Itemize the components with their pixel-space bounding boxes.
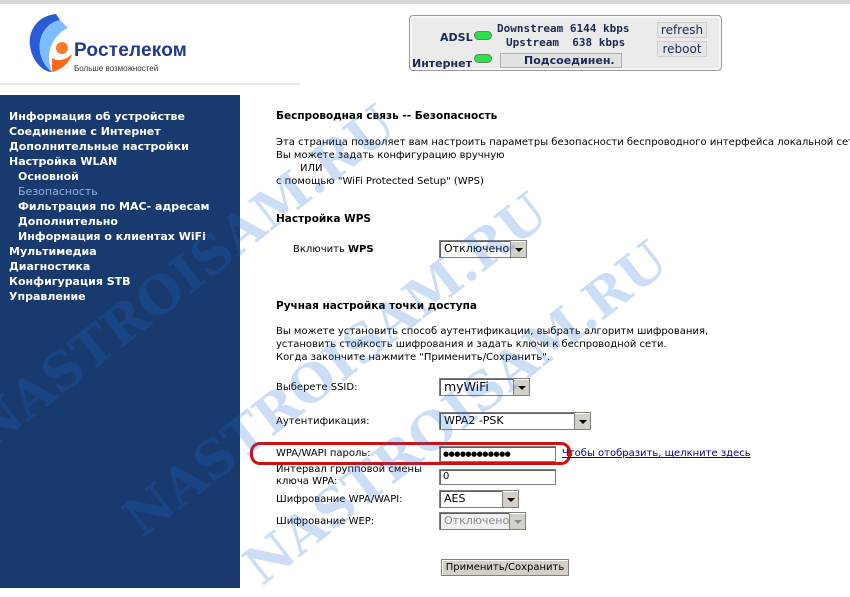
apply-save-button[interactable]: Применить/Сохранить [441,559,569,576]
sidebar-item-basic[interactable]: Основной [18,170,79,183]
page-title: Беспроводная связь -- Безопасность [276,110,498,122]
chevron-down-icon [513,379,529,395]
adsl-status-led-icon [474,31,492,40]
wps-enable-label: Включить WPS [293,244,374,255]
wps-enable-select[interactable]: Отключено [439,240,527,258]
intro-text-line3: с помощью "WiFi Protected Setup" (WPS) [276,176,484,187]
wep-encryption-value: Отключено [444,514,510,527]
intro-text-line2: Вы можете задать конфигурацию вручную [276,150,505,161]
sidebar-item-advanced-settings[interactable]: Дополнительные настройки [9,140,189,153]
show-password-link[interactable]: Чтобы отобразить, щелкните здесь [562,448,751,459]
sidebar-item-stb-config[interactable]: Конфигурация STB [9,275,131,288]
ssid-value: myWiFi [444,379,489,394]
adsl-label: ADSL [440,31,473,44]
intro-text-or: ИЛИ [300,163,323,174]
internet-status-led-icon [474,54,492,63]
sidebar-item-device-info[interactable]: Информация об устройстве [9,110,185,123]
manual-section-title: Ручная настройка точки доступа [276,300,477,312]
sidebar-nav [0,95,240,588]
rekey-interval-label-line1: Интервал групповой смены [276,464,422,475]
password-label: WPA/WAPI пароль: [276,448,371,459]
wps-enable-label-prefix: Включить [293,244,349,255]
ssid-select[interactable]: myWiFi [439,378,530,396]
wep-encryption-select[interactable]: Отключено [439,512,526,530]
manual-desc-line1: Вы можете установить способ аутентификац… [276,326,709,337]
rekey-interval-label-line2: ключа WPA: [276,476,338,487]
sidebar-item-security[interactable]: Безопасность [18,185,98,198]
sidebar-item-diagnostics[interactable]: Диагностика [9,260,90,273]
wps-enable-label-bold: WPS [348,244,374,255]
reboot-button[interactable]: reboot [657,41,707,57]
sidebar-item-advanced[interactable]: Дополнительно [18,215,118,228]
sidebar-item-wlan-setup[interactable]: Настройка WLAN [9,155,117,168]
sidebar-item-multimedia[interactable]: Мультимедиа [9,245,97,258]
sidebar-item-mac-filter[interactable]: Фильтрация по МАС- адресам [18,200,210,213]
wps-enable-value: Отключено [444,242,510,255]
connection-status-text: Подсоединен. [524,54,615,67]
internet-label: Интернет [412,57,472,70]
wps-section-title: Настройка WPS [276,213,371,225]
sidebar-item-wifi-clients[interactable]: Информация о клиентах WiFi [18,230,206,243]
header-divider [0,83,300,85]
connection-status-panel: ADSL Downstream 6144 kbps Upstream 638 k… [409,15,722,71]
rostelecom-logo-icon [29,14,72,72]
chevron-down-icon [574,413,590,429]
chevron-down-icon [510,241,526,257]
auth-select[interactable]: WPA2 -PSK [439,412,591,430]
wep-encryption-label: Шифрование WEP: [276,516,375,527]
upstream-rate: Upstream 638 kbps [506,36,626,49]
top-border [0,0,850,4]
password-input[interactable]: ●●●●●●●●●●●● [439,446,556,462]
brand-tagline: Больше возможностей [74,64,159,73]
chevron-down-icon [509,513,525,529]
manual-desc-line2: установить стойкость шифрования и задать… [276,339,667,350]
brand-name: Ростелеком [74,40,188,61]
sidebar-item-internet-connection[interactable]: Соединение с Интернет [9,125,161,138]
auth-label: Аутентификация: [276,416,370,427]
wpa-encryption-label: Шифрование WPA/WAPI: [276,494,403,505]
ssid-label: Выберете SSID: [276,382,358,393]
sidebar-item-management[interactable]: Управление [9,290,86,303]
wpa-encryption-select[interactable]: AES [439,490,519,508]
intro-text-line1: Эта страница позволяет вам настроить пар… [276,137,850,148]
wpa-encryption-value: AES [444,492,466,505]
auth-value: WPA2 -PSK [444,414,504,427]
chevron-down-icon [502,491,518,507]
manual-desc-line3: Когда закончите нажмите "Применить/Сохра… [276,352,551,363]
rekey-interval-input[interactable]: 0 [439,469,556,485]
downstream-rate: Downstream 6144 kbps [497,22,630,35]
refresh-button[interactable]: refresh [657,22,707,38]
